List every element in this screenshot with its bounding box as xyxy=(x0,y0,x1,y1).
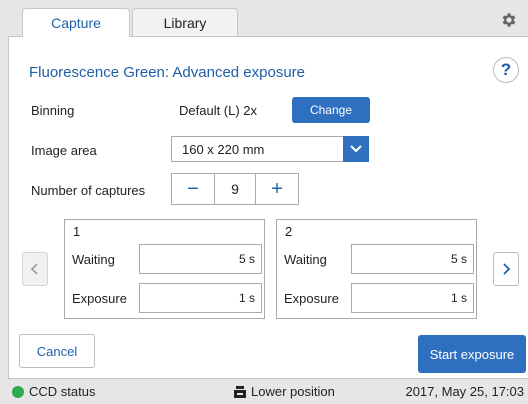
capture-number: 2 xyxy=(285,224,293,239)
captures-label: Number of captures xyxy=(31,183,146,198)
help-button[interactable]: ? xyxy=(493,57,519,83)
binning-label: Binning xyxy=(31,103,75,118)
waiting-label: Waiting xyxy=(284,252,327,267)
captures-value: 9 xyxy=(214,174,256,204)
status-datetime: 2017, May 25, 17:03 xyxy=(405,384,524,399)
change-binning-button[interactable]: Change xyxy=(292,97,370,123)
waiting-field[interactable]: 5 s xyxy=(139,244,262,274)
tab-library[interactable]: Library xyxy=(132,8,238,36)
chevron-down-icon[interactable] xyxy=(343,136,369,162)
start-exposure-button[interactable]: Start exposure xyxy=(418,335,526,373)
waiting-label: Waiting xyxy=(72,252,115,267)
binning-value: Default (L) 2x xyxy=(179,103,258,118)
exposure-field[interactable]: 1 s xyxy=(139,283,262,313)
chevron-right-icon xyxy=(503,263,511,275)
ccd-status-indicator xyxy=(12,386,24,398)
capture-panel: Fluorescence Green: Advanced exposure ? … xyxy=(8,36,528,379)
increment-button[interactable]: + xyxy=(256,174,298,204)
previous-button[interactable] xyxy=(22,252,48,286)
exposure-field[interactable]: 1 s xyxy=(351,283,474,313)
page-title: Fluorescence Green: Advanced exposure xyxy=(29,64,305,81)
capture-item: 1 Waiting 5 s Exposure 1 s xyxy=(64,219,265,319)
tray-position-icon xyxy=(234,386,246,398)
image-area-select[interactable]: 160 x 220 mm xyxy=(171,136,369,162)
exposure-label: Exposure xyxy=(284,291,339,306)
next-button[interactable] xyxy=(493,252,519,286)
image-area-value: 160 x 220 mm xyxy=(182,142,265,157)
ccd-status-text: CCD status xyxy=(29,384,96,399)
tab-capture[interactable]: Capture xyxy=(22,8,130,37)
tab-bar: Capture Library xyxy=(22,8,238,37)
capture-item: 2 Waiting 5 s Exposure 1 s xyxy=(276,219,477,319)
capture-number: 1 xyxy=(73,224,81,239)
image-area-label: Image area xyxy=(31,143,97,158)
cancel-button[interactable]: Cancel xyxy=(19,334,95,368)
exposure-label: Exposure xyxy=(72,291,127,306)
status-bar: CCD status Lower position 2017, May 25, … xyxy=(0,380,528,404)
waiting-field[interactable]: 5 s xyxy=(351,244,474,274)
decrement-button[interactable]: − xyxy=(172,174,214,204)
chevron-left-icon xyxy=(30,263,38,275)
help-icon: ? xyxy=(500,60,512,79)
position-status: Lower position xyxy=(251,384,335,399)
captures-stepper: − 9 + xyxy=(171,173,299,205)
gear-icon[interactable] xyxy=(500,11,518,29)
